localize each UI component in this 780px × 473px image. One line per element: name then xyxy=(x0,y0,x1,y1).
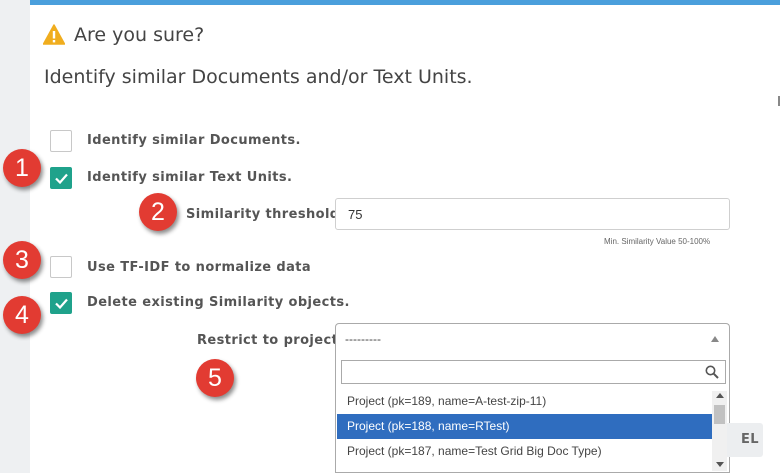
checkmark-icon xyxy=(55,298,68,309)
scroll-down-icon[interactable] xyxy=(716,462,724,467)
similar-text-units-label: Identify similar Text Units. xyxy=(87,170,293,185)
project-select-value: --------- xyxy=(345,332,381,346)
annotation-badge-1: 1 xyxy=(3,149,41,187)
scroll-up-icon[interactable] xyxy=(716,393,724,398)
similar-text-units-checkbox[interactable] xyxy=(50,167,72,189)
project-options-list: Project (pk=189, name=A-test-zip-11) Pro… xyxy=(337,389,713,464)
cancel-button-label: EL xyxy=(741,432,759,447)
similar-documents-checkbox[interactable] xyxy=(50,130,72,152)
threshold-help-text: Min. Similarity Value 50-100% xyxy=(604,237,711,246)
annotation-badge-4: 4 xyxy=(3,296,41,334)
dropdown-scrollbar[interactable] xyxy=(712,391,727,471)
project-option[interactable]: Project (pk=187, name=Test Grid Big Doc … xyxy=(337,439,713,464)
search-icon xyxy=(705,365,719,379)
similarity-threshold-input[interactable] xyxy=(335,198,730,230)
dialog-title: Are you sure? xyxy=(74,24,205,46)
similar-documents-label: Identify similar Documents. xyxy=(87,133,301,148)
annotation-badge-5: 5 xyxy=(196,359,234,397)
tfidf-label: Use TF-IDF to normalize data xyxy=(87,260,312,275)
similarity-threshold-label: Similarity threshold: xyxy=(186,207,346,222)
scroll-thumb[interactable] xyxy=(714,405,725,424)
delete-existing-checkbox[interactable] xyxy=(50,292,72,314)
tfidf-checkbox[interactable] xyxy=(50,256,72,278)
dialog-accent-bar xyxy=(30,0,780,5)
warning-icon xyxy=(43,24,65,45)
cancel-button[interactable]: EL xyxy=(727,423,763,457)
restrict-project-label: Restrict to project: xyxy=(197,333,344,348)
project-search-input[interactable] xyxy=(341,360,726,384)
checkmark-icon xyxy=(55,173,68,184)
project-select[interactable]: --------- xyxy=(335,323,730,355)
delete-existing-label: Delete existing Similarity objects. xyxy=(87,295,350,310)
annotation-badge-2: 2 xyxy=(139,193,177,231)
project-option-highlighted[interactable]: Project (pk=188, name=RTest) xyxy=(337,414,713,439)
chevron-up-icon xyxy=(711,336,719,342)
dialog-header: Are you sure? xyxy=(43,22,204,48)
dialog-subtitle: Identify similar Documents and/or Text U… xyxy=(44,66,473,88)
project-option[interactable]: Project (pk=189, name=A-test-zip-11) xyxy=(337,389,713,414)
modal-backdrop xyxy=(0,0,30,473)
annotation-badge-3: 3 xyxy=(3,241,41,279)
project-dropdown: Project (pk=189, name=A-test-zip-11) Pro… xyxy=(335,355,730,473)
